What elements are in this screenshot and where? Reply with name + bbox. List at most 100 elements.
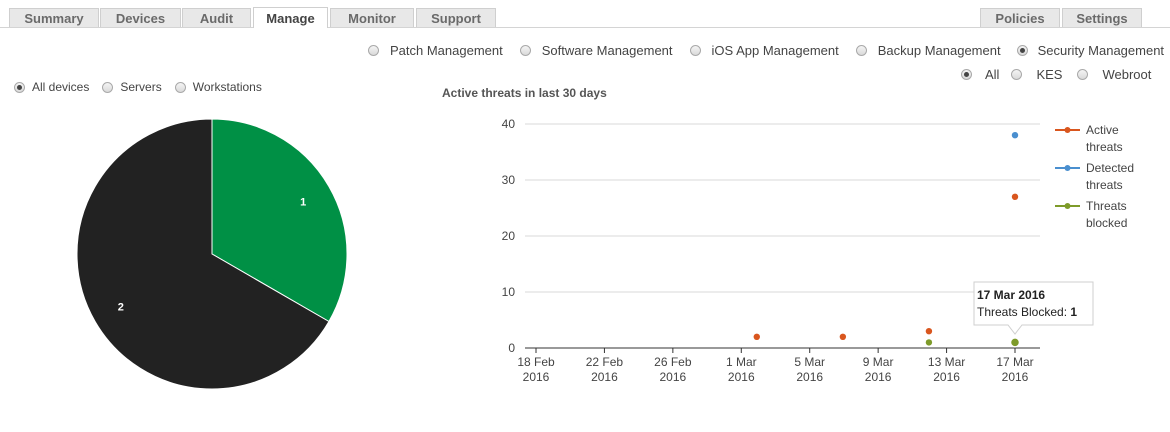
radio-workstations[interactable] [174,81,186,93]
tooltip-series-value: Threats Blocked: 1 [977,305,1077,319]
data-point-series0-3[interactable] [1011,193,1019,200]
option-workstations[interactable]: Workstations [174,80,262,94]
option-software-management[interactable]: Software Management [519,43,673,58]
radio-vendor-kes[interactable] [1011,69,1023,80]
y-tick-label-10: 10 [502,285,516,299]
legend-label-0[interactable]: Active threats [1086,123,1123,154]
x-tick-label-line: 2016 [865,370,892,384]
tab-audit[interactable]: Audit [182,8,251,27]
option-ios-app-management[interactable]: iOS App Management [689,43,839,58]
threats-chart: 010203040 18 Feb 201622 Feb 201626 Feb 2016… [502,117,1134,384]
y-tick-label-0: 0 [508,341,515,355]
x-tick-label-4: 5 Mar 2016 [794,355,825,384]
tab-monitor[interactable]: Monitor [330,8,414,27]
legend-label-line: threats [1086,140,1123,154]
legend-marker-2 [1064,203,1071,209]
radio-patch-management[interactable] [368,45,379,56]
tooltip-date: 17 Mar 2016 [977,288,1045,302]
vendor-selector: All KES Webroot [961,67,1151,82]
option-patch-management[interactable]: Patch Management [368,43,503,58]
x-tick-label-2: 26 Feb 2016 [654,355,692,384]
option-servers-label: Servers [120,80,162,94]
highlighted-data-point[interactable] [1009,337,1021,348]
x-tick-label-line: 13 Mar [928,355,965,369]
x-tick-label-0: 18 Feb 2016 [517,355,555,384]
data-point-series0-2[interactable] [925,328,933,335]
x-tick-label-5: 9 Mar 2016 [863,355,894,384]
radio-all-devices[interactable] [14,81,25,93]
option-all-devices-label: All devices [32,80,90,94]
y-tick-label-40: 40 [502,117,516,131]
tab-bar: Summary Devices Audit Manage Monitor Sup… [0,0,1170,28]
data-point-series0-1[interactable] [839,333,847,340]
legend-label-line: Active [1086,123,1119,137]
radio-software-management[interactable] [519,45,531,56]
pie-slice-label-2: 2 [118,302,124,314]
x-tick-label-line: 9 Mar [863,355,894,369]
tab-settings[interactable]: Settings [1062,8,1142,27]
legend-label-line: Threats [1086,199,1127,213]
tooltip-series-label: Threats Blocked: [977,305,1070,319]
radio-vendor-all[interactable] [961,69,972,80]
tab-devices[interactable]: Devices [100,8,181,27]
x-tick-label-6: 13 Mar 2016 [928,355,965,384]
option-vendor-webroot-label: Webroot [1102,67,1152,82]
x-tick-label-line: 2016 [523,370,550,384]
tab-manage[interactable]: Manage [253,7,328,28]
radio-backup-management[interactable] [855,45,867,56]
tooltip-value: 1 [1070,305,1077,319]
data-point-series1-0[interactable] [1011,132,1019,139]
option-workstations-label: Workstations [192,80,262,94]
x-tick-label-line: 2016 [796,370,823,384]
pie-slice-label-1: 1 [300,196,306,208]
legend-label-1[interactable]: Detected threats [1086,161,1134,192]
option-all-devices[interactable]: All devices [14,80,89,94]
tab-summary[interactable]: Summary [9,8,99,27]
option-vendor-kes[interactable]: KES [1011,67,1062,82]
radio-vendor-webroot[interactable] [1077,69,1089,80]
legend-marker-1 [1064,165,1071,171]
data-point-series0-0[interactable] [753,333,760,340]
option-ios-app-management-label: iOS App Management [711,43,839,58]
chart-title: Active threats in last 30 days [442,86,607,100]
x-tick-label-line: 2016 [660,370,687,384]
legend-marker-0 [1064,127,1071,133]
x-tick-label-line: 22 Feb [586,355,624,369]
legend-label-line: threats [1086,178,1123,192]
device-pie-chart: 12 [76,118,348,390]
option-security-management[interactable]: Security Management [1016,43,1165,58]
option-software-management-label: Software Management [541,43,673,58]
x-tick-label-line: 18 Feb [517,355,555,369]
x-tick-label-3: 1 Mar 2016 [726,355,757,384]
x-tick-label-line: 17 Mar [996,355,1033,369]
option-vendor-all[interactable]: All [961,67,999,82]
x-tick-label-line: 2016 [933,370,960,384]
x-tick-label-line: 5 Mar [794,355,825,369]
y-tick-label-20: 20 [502,229,516,243]
y-tick-label-30: 30 [502,173,516,187]
x-tick-label-line: 26 Feb [654,355,692,369]
data-point-series2-0[interactable] [925,339,933,346]
option-vendor-webroot[interactable]: Webroot [1077,67,1151,82]
x-tick-label-1: 22 Feb 2016 [586,355,624,384]
x-tick-label-line: 2016 [728,370,755,384]
option-vendor-kes-label: KES [1036,67,1063,82]
option-backup-management-label: Backup Management [877,43,1001,58]
x-tick-label-line: 2016 [1002,370,1029,384]
tab-bar-baseline [0,27,1170,28]
device-type-selector: All devices Servers Workstations [14,80,262,94]
x-tick-label-line: 2016 [591,370,618,384]
radio-security-management[interactable] [1016,45,1028,56]
legend-label-2[interactable]: Threats blocked [1086,199,1127,230]
tab-support[interactable]: Support [416,8,496,27]
option-servers[interactable]: Servers [102,80,162,94]
x-tick-label-7: 17 Mar 2016 [996,355,1033,384]
radio-servers[interactable] [102,81,114,93]
radio-ios-app-management[interactable] [689,45,701,56]
option-security-management-label: Security Management [1037,43,1165,58]
option-patch-management-label: Patch Management [390,43,503,58]
tab-policies[interactable]: Policies [980,8,1060,27]
option-backup-management[interactable]: Backup Management [855,43,1001,58]
management-type-selector: Patch Management Software Management iOS… [368,43,1164,58]
option-vendor-all-label: All [985,67,1000,82]
